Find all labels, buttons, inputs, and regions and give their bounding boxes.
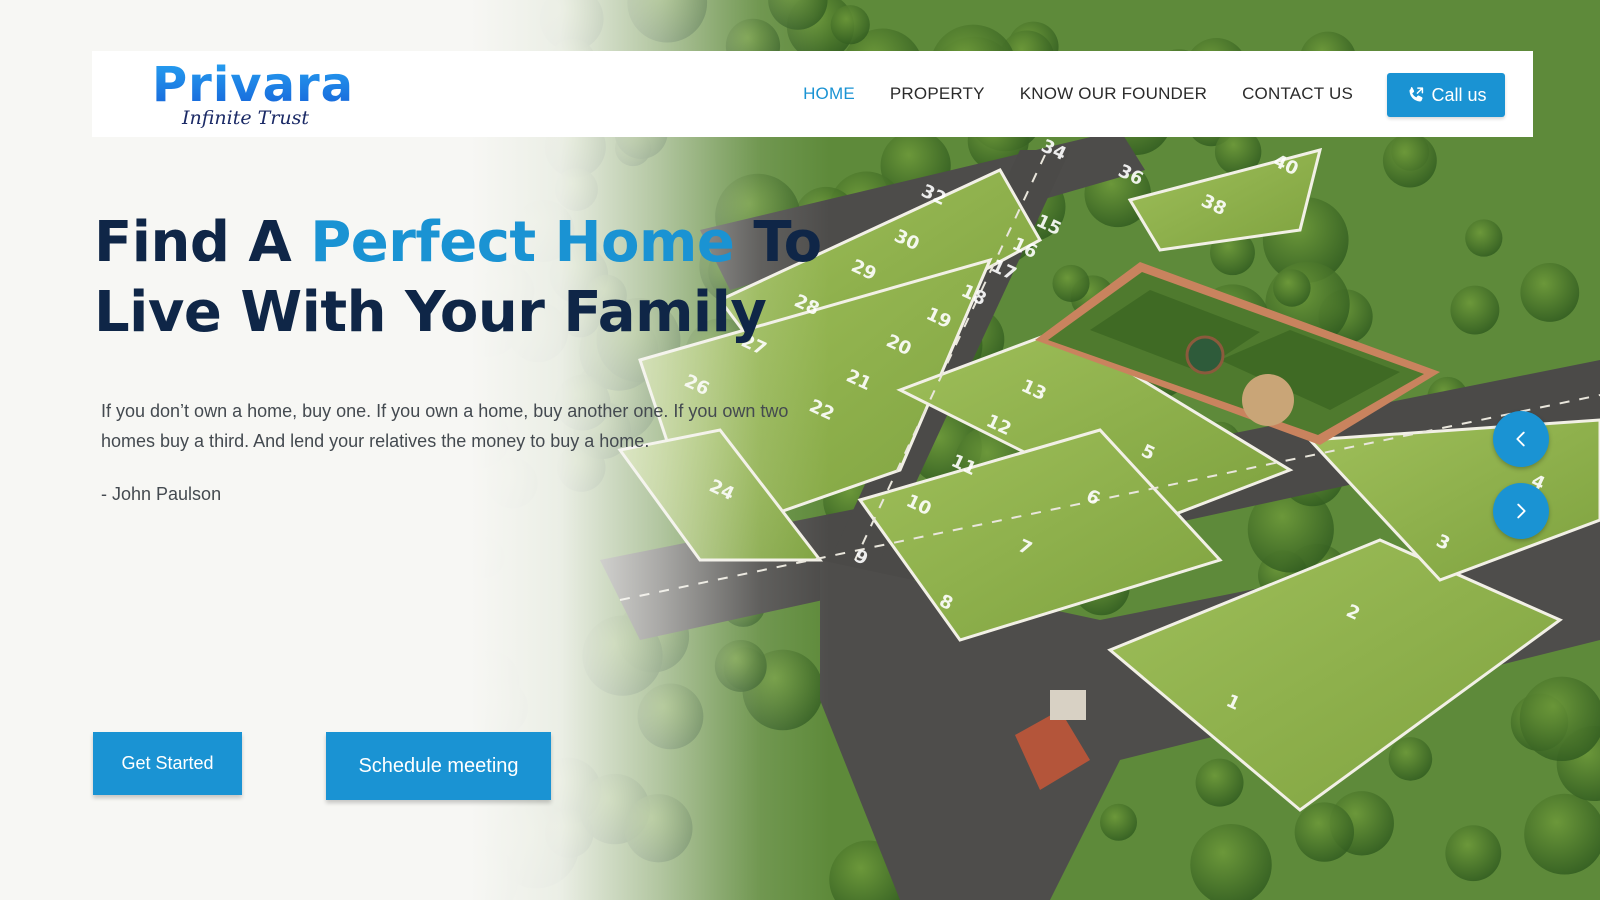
quote-author: - John Paulson [101,484,222,504]
slider-next-button[interactable] [1493,483,1549,539]
brand-tagline: Infinite Trust [182,107,310,129]
top-navbar: Privara Infinite Trust HOME PROPERTY KNO… [92,51,1533,137]
main-nav: HOME PROPERTY KNOW OUR FOUNDER CONTACT U… [803,51,1353,137]
call-us-button[interactable]: Call us [1387,73,1505,117]
phone-icon [1409,87,1424,102]
chevron-right-icon [1517,503,1526,519]
hero-headline: Find A Perfect Home To Live With Your Fa… [94,208,822,348]
nav-item-contact-us[interactable]: CONTACT US [1242,84,1353,104]
hero-quote: If you don’t own a home, buy one. If you… [101,401,789,451]
call-us-label: Call us [1431,84,1487,105]
get-started-button[interactable]: Get Started [93,732,242,795]
brand-logo[interactable]: Privara Infinite Trust [152,57,353,133]
nav-item-property[interactable]: PROPERTY [890,84,985,104]
chevron-left-icon [1516,431,1525,447]
schedule-meeting-button[interactable]: Schedule meeting [326,732,551,800]
nav-item-know-our-founder[interactable]: KNOW OUR FOUNDER [1020,84,1207,104]
headline-part2: To [734,210,822,275]
headline-line2: Live With Your Family [94,280,767,345]
brand-name: Privara [152,57,355,113]
headline-part1: Find A [94,210,311,275]
headline-accent: Perfect Home [310,210,735,275]
slider-prev-button[interactable] [1493,411,1549,467]
nav-item-home[interactable]: HOME [803,84,855,104]
